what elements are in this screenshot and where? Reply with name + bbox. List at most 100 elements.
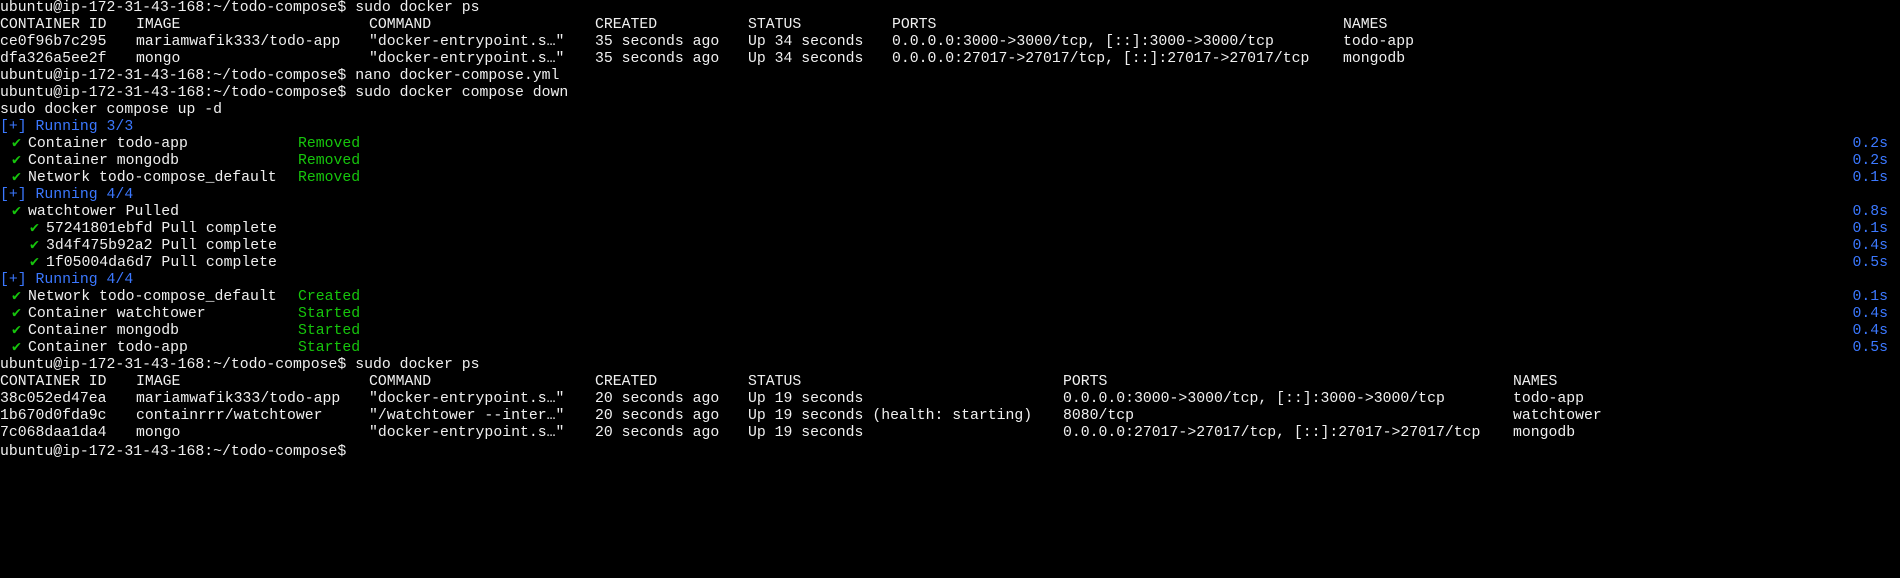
container-created: 35 seconds ago — [595, 51, 720, 67]
progress-time: 0.4s — [1852, 306, 1888, 322]
progress-time: 0.5s — [1852, 255, 1888, 271]
command-line: ubuntu@ip-172-31-43-168:~/todo-compose$ … — [0, 0, 1900, 17]
table-row: 1b670d0fda9c containrrr/watchtower "/wat… — [0, 408, 1900, 425]
command-text: sudo docker ps — [355, 0, 480, 16]
header-ports: PORTS — [1063, 374, 1108, 390]
container-id: 38c052ed47ea — [0, 391, 107, 407]
container-image: mariamwafik333/todo-app — [136, 34, 341, 50]
shell-prompt: ubuntu@ip-172-31-43-168:~/todo-compose$ — [0, 0, 347, 16]
progress-item: ✔ Container watchtower Started 0.4s — [0, 306, 1900, 323]
header-container-id: CONTAINER ID — [0, 374, 107, 390]
container-ports: 0.0.0.0:27017->27017/tcp, [::]:27017->27… — [892, 51, 1310, 67]
header-image: IMAGE — [136, 17, 181, 33]
container-ports: 0.0.0.0:27017->27017/tcp, [::]:27017->27… — [1063, 425, 1481, 441]
progress-state: Removed — [298, 153, 361, 169]
check-icon: ✔ — [30, 255, 39, 271]
progress-item: ✔ Container mongodb Started 0.4s — [0, 323, 1900, 340]
progress-state: Started — [298, 340, 361, 356]
container-command: "docker-entrypoint.s…" — [369, 51, 565, 67]
check-icon: ✔ — [12, 136, 21, 152]
header-created: CREATED — [595, 374, 658, 390]
progress-label: Container watchtower — [28, 306, 206, 322]
progress-time: 0.4s — [1852, 323, 1888, 339]
header-status: STATUS — [748, 374, 802, 390]
header-names: NAMES — [1513, 374, 1558, 390]
progress-item: ✔ Container mongodb Removed 0.2s — [0, 153, 1900, 170]
container-id: 7c068daa1da4 — [0, 425, 107, 441]
progress-state: Started — [298, 323, 361, 339]
container-ports: 0.0.0.0:3000->3000/tcp, [::]:3000->3000/… — [1063, 391, 1445, 407]
header-created: CREATED — [595, 17, 658, 33]
table-row: ce0f96b7c295 mariamwafik333/todo-app "do… — [0, 34, 1900, 51]
progress-item: ✔ Network todo-compose_default Removed 0… — [0, 170, 1900, 187]
command-line: ubuntu@ip-172-31-43-168:~/todo-compose$ … — [0, 68, 1900, 85]
progress-time: 0.2s — [1852, 153, 1888, 169]
container-created: 20 seconds ago — [595, 425, 720, 441]
container-ports: 0.0.0.0:3000->3000/tcp, [::]:3000->3000/… — [892, 34, 1274, 50]
progress-subitem: ✔ 57241801ebfd Pull complete 0.1s — [0, 221, 1900, 238]
progress-label: Container todo-app — [28, 136, 188, 152]
check-icon: ✔ — [12, 323, 21, 339]
container-status: Up 34 seconds — [748, 51, 864, 67]
progress-state: Removed — [298, 136, 361, 152]
header-container-id: CONTAINER ID — [0, 17, 107, 33]
progress-state: Removed — [298, 170, 361, 186]
progress-label: 1f05004da6d7 Pull complete — [46, 255, 277, 271]
progress-label: Container mongodb — [28, 323, 179, 339]
progress-label: Container todo-app — [28, 340, 188, 356]
progress-time: 0.2s — [1852, 136, 1888, 152]
progress-header: [+] Running 4/4 — [0, 187, 134, 203]
progress-item: ✔ Container todo-app Removed 0.2s — [0, 136, 1900, 153]
header-image: IMAGE — [136, 374, 181, 390]
container-image: mariamwafik333/todo-app — [136, 391, 341, 407]
command-line: ubuntu@ip-172-31-43-168:~/todo-compose$ … — [0, 85, 1900, 102]
progress-time: 0.4s — [1852, 238, 1888, 254]
progress-label: Network todo-compose_default — [28, 289, 277, 305]
container-name: mongodb — [1513, 425, 1576, 441]
command-text: sudo docker ps — [355, 357, 480, 373]
table-header-row: CONTAINER ID IMAGE COMMAND CREATED STATU… — [0, 374, 1900, 391]
table-header-row: CONTAINER ID IMAGE COMMAND CREATED STATU… — [0, 17, 1900, 34]
shell-prompt: ubuntu@ip-172-31-43-168:~/todo-compose$ — [0, 357, 347, 373]
check-icon: ✔ — [12, 204, 21, 220]
terminal-window[interactable]: ubuntu@ip-172-31-43-168:~/todo-compose$ … — [0, 0, 1900, 462]
progress-time: 0.1s — [1852, 170, 1888, 186]
command-line[interactable]: ubuntu@ip-172-31-43-168:~/todo-compose$ — [0, 442, 1900, 460]
container-name: mongodb — [1343, 51, 1406, 67]
check-icon: ✔ — [12, 306, 21, 322]
progress-label: 3d4f475b92a2 Pull complete — [46, 238, 277, 254]
container-image: containrrr/watchtower — [136, 408, 323, 424]
container-id: ce0f96b7c295 — [0, 34, 107, 50]
command-line: ubuntu@ip-172-31-43-168:~/todo-compose$ … — [0, 357, 1900, 374]
container-id: 1b670d0fda9c — [0, 408, 107, 424]
command-text: nano docker-compose.yml — [355, 68, 560, 84]
container-created: 20 seconds ago — [595, 408, 720, 424]
container-created: 35 seconds ago — [595, 34, 720, 50]
progress-item: ✔ watchtower Pulled 0.8s — [0, 204, 1900, 221]
container-name: todo-app — [1513, 391, 1585, 407]
container-status: Up 19 seconds — [748, 391, 864, 407]
container-image: mongo — [136, 51, 181, 67]
container-created: 20 seconds ago — [595, 391, 720, 407]
container-command: "docker-entrypoint.s…" — [369, 425, 565, 441]
header-names: NAMES — [1343, 17, 1388, 33]
progress-header: [+] Running 3/3 — [0, 119, 134, 135]
container-command: "docker-entrypoint.s…" — [369, 391, 565, 407]
progress-time: 0.8s — [1852, 204, 1888, 220]
header-command: COMMAND — [369, 374, 432, 390]
progress-subitem: ✔ 1f05004da6d7 Pull complete 0.5s — [0, 255, 1900, 272]
check-icon: ✔ — [12, 340, 21, 356]
command-text: sudo docker compose down — [355, 85, 569, 101]
check-icon: ✔ — [12, 170, 21, 186]
progress-item: ✔ Network todo-compose_default Created 0… — [0, 289, 1900, 306]
progress-state: Started — [298, 306, 361, 322]
progress-header: [+] Running 4/4 — [0, 272, 134, 288]
container-name: todo-app — [1343, 34, 1415, 50]
progress-time: 0.5s — [1852, 340, 1888, 356]
header-command: COMMAND — [369, 17, 432, 33]
table-row: 38c052ed47ea mariamwafik333/todo-app "do… — [0, 391, 1900, 408]
progress-state: Created — [298, 289, 361, 305]
container-command: "/watchtower --inter…" — [369, 408, 565, 424]
typed-ahead-command: sudo docker compose up -d — [0, 102, 222, 118]
progress-time: 0.1s — [1852, 221, 1888, 237]
